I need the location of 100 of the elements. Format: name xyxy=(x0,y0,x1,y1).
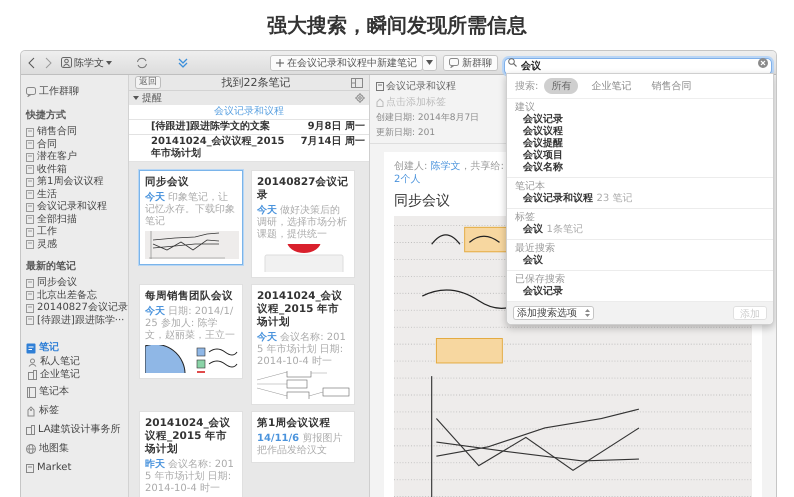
sidebar-item[interactable]: 北京出差备忘 xyxy=(26,290,126,302)
suggestion-item[interactable]: 会议记录 xyxy=(515,286,765,298)
sidebar-item[interactable]: 全部扫描 xyxy=(26,214,126,226)
note-byline: 创建人: 陈学文，共享给: 2个人 xyxy=(394,160,505,186)
sidebar-item[interactable]: 地图集 xyxy=(26,441,126,457)
section-heading: 最近搜索 xyxy=(515,243,556,254)
note-preview: 14/11/6 剪报图片把作品发给汉文 xyxy=(257,433,344,457)
note-icon xyxy=(26,240,34,250)
sidebar-item[interactable]: 同步会议 xyxy=(26,277,126,290)
note-title: 20140827会议记录 xyxy=(257,176,349,202)
reminder-date: 9月8日 周一 xyxy=(308,121,365,133)
suggestion-item[interactable]: 会议 1条笔记 xyxy=(515,224,765,236)
sidebar-item[interactable]: 第1周会议议程 xyxy=(26,176,126,188)
notebook-icon xyxy=(26,386,36,398)
sidebar-item[interactable]: 笔记本 xyxy=(26,384,126,400)
scope-tab[interactable]: 所有 xyxy=(544,78,578,94)
new-chat-button[interactable]: 新群聊 xyxy=(443,54,498,70)
reminder-row[interactable]: [待跟进]跟进陈学文的文案 9月8日 周一 xyxy=(129,120,369,135)
building-icon xyxy=(28,370,37,380)
reminder-title: 20141024_会议议程_2015 年市场计划 xyxy=(151,136,286,160)
sidebar-item[interactable]: 灵感 xyxy=(26,238,126,251)
results-count: 找到22条笔记 xyxy=(220,75,292,90)
section-heading: 标签 xyxy=(515,212,536,224)
sync-icon[interactable] xyxy=(136,56,148,68)
note-icon xyxy=(26,165,34,174)
scope-tab[interactable]: 销售合同 xyxy=(644,78,698,94)
note-icon xyxy=(26,342,36,354)
person-icon xyxy=(28,358,37,367)
note-title: 第1周会议议程 xyxy=(257,417,332,430)
note-title: 同步会议 xyxy=(145,176,190,189)
sidebar-item[interactable]: [待跟进]跟进陈学··· xyxy=(26,314,126,327)
note-preview: 今天 会议名称: 2015 年市场计划 日期: 2014-10-4 时一 xyxy=(257,332,347,368)
updated-date: 更新日期: 201 xyxy=(376,126,436,139)
sidebar-item[interactable]: Market xyxy=(26,460,126,476)
note-icon xyxy=(26,464,34,472)
sidebar-item[interactable]: 20140827会议记录 xyxy=(26,302,126,314)
suggestion-item[interactable]: 会议名称 xyxy=(515,162,765,174)
sidebar-item[interactable]: 标签 xyxy=(26,403,126,419)
item-count: 23 笔记 xyxy=(596,193,632,204)
new-note-button[interactable]: 在会议记录和议程中新建笔记 xyxy=(270,54,423,70)
note-card[interactable]: 20141024_会议议程_2015 年市场计划 昨天 会议名称: 2015 年市场计划 日期: 2014-10-4 时一 xyxy=(139,411,243,497)
reminder-title: [待跟进]跟进陈学文的文案 xyxy=(151,121,272,133)
person-icon xyxy=(61,57,72,68)
sidebar-item[interactable]: 会议记录和议程 xyxy=(26,201,126,214)
sidebar-item[interactable]: 销售合同 xyxy=(26,126,126,138)
note-card[interactable]: 第1周会议议程 14/11/6 剪报图片把作品发给汉文 xyxy=(251,411,355,463)
chat-icon xyxy=(449,58,459,68)
note-icon xyxy=(26,215,34,224)
sidebar-item[interactable]: 工作群聊 xyxy=(26,84,126,100)
section-heading: 笔记本 xyxy=(515,181,546,192)
sidebar-item[interactable]: 收件箱 xyxy=(26,164,126,176)
note-icon xyxy=(26,316,34,326)
suggestion-item[interactable]: 会议项目 xyxy=(515,150,765,162)
note-card[interactable]: 20140827会议记录 今天 做好决策后的调研，选择市场分析课题，提供统一 xyxy=(251,170,355,278)
note-title: 每周销售团队会议 xyxy=(145,290,234,303)
note-preview: 今天 印象笔记，让记忆永存。下载印象笔记 xyxy=(145,192,236,228)
note-card[interactable]: 每周销售团队会议 今天 日期: 2014/1/25 参加人: 陈学文，赵丽菜，王立一 xyxy=(139,284,243,379)
tag-icon xyxy=(376,98,384,106)
back-button[interactable]: 返回 xyxy=(135,76,161,89)
note-icon xyxy=(376,82,384,90)
suggestion-item[interactable]: 会议记录 xyxy=(515,114,765,126)
sidebar-item[interactable]: LA建筑设计事务所 xyxy=(26,422,126,438)
suggestion-item[interactable]: 会议议程 xyxy=(515,126,765,138)
clear-icon[interactable] xyxy=(758,58,768,68)
note-card[interactable]: 20141024_会议议程_2015 年市场计划 今天 会议名称: 2015 年市场计划 日期: 2014-10-4 时一 xyxy=(251,284,355,405)
sidebar-item[interactable]: 企业笔记 xyxy=(26,368,126,381)
back-icon[interactable] xyxy=(27,56,37,68)
suggestion-item[interactable]: 会议记录和议程 23 笔记 xyxy=(515,193,765,205)
section-heading: 提醒 xyxy=(142,92,163,105)
section-heading: 已保存搜索 xyxy=(515,274,566,286)
forward-icon[interactable] xyxy=(43,56,53,68)
building-icon xyxy=(26,425,35,435)
sidebar-item[interactable]: 合同 xyxy=(26,138,126,151)
suggestion-item[interactable]: 会议 xyxy=(515,255,765,267)
sidebar-item[interactable]: 工作 xyxy=(26,226,126,238)
disclosure-icon[interactable] xyxy=(133,95,139,101)
scope-label: 搜索: xyxy=(515,80,538,93)
note-icon xyxy=(26,228,34,237)
sidebar-item[interactable]: 生活 xyxy=(26,188,126,201)
note-icon xyxy=(26,152,34,162)
note-icon xyxy=(26,190,34,200)
item-count: 1条笔记 xyxy=(546,224,583,235)
search-field[interactable]: 会议 xyxy=(504,58,772,74)
search-icon xyxy=(508,58,517,67)
created-date: 创建日期: 2014年8月7日 xyxy=(376,112,480,124)
reminder-row[interactable]: 20141024_会议议程_2015 年市场计划 7月14日 周一 xyxy=(129,135,369,162)
note-icon xyxy=(26,140,34,150)
sidebar-item[interactable]: 潜在客户 xyxy=(26,151,126,164)
suggestion-item[interactable]: 会议提醒 xyxy=(515,138,765,150)
section-heading: 建议 xyxy=(515,102,536,114)
note-card[interactable]: 同步会议 今天 印象笔记，让记忆永存。下载印象笔记 xyxy=(139,170,243,265)
scope-tab[interactable]: 企业笔记 xyxy=(584,78,638,94)
notebook-label: 会议记录和议程 xyxy=(129,105,369,120)
notebook-link[interactable]: 会议记录和议程 xyxy=(376,79,456,93)
reminder-date: 7月14日 周一 xyxy=(300,136,365,149)
search-options-select[interactable]: 添加搜索选项 xyxy=(513,306,594,320)
view-toggle-icon[interactable] xyxy=(351,78,363,88)
sidebar-item[interactable]: 私人笔记 xyxy=(26,356,126,368)
dropdown-button[interactable] xyxy=(422,54,437,70)
account-button[interactable]: 陈学文 xyxy=(59,56,114,70)
